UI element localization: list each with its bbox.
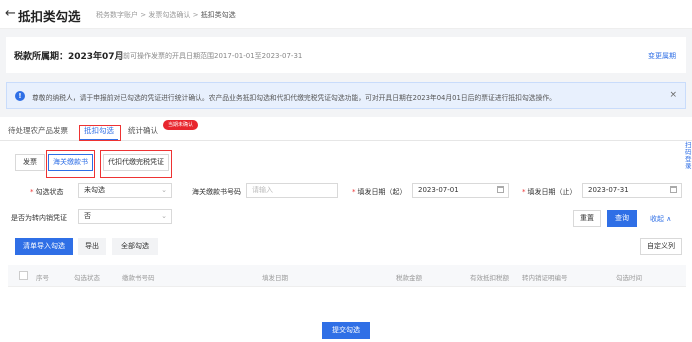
- breadcrumb-item[interactable]: 税务数字账户: [96, 11, 138, 19]
- status-select[interactable]: 未勾选 ⌄: [78, 183, 172, 198]
- period-card: 税款所属期：2023年07月 当前可操作发票的开具日期范围2017-01-01至…: [6, 37, 686, 73]
- breadcrumb: 税务数字账户 > 发票勾选确认 > 抵扣类勾选: [96, 10, 236, 20]
- tax-period-label: 税款所属期：2023年07月: [14, 52, 124, 62]
- submit-check-button[interactable]: 提交勾选: [322, 322, 370, 339]
- fill-start-label-text: 填发日期（起）: [357, 188, 407, 196]
- select-all-button[interactable]: 全部勾选: [112, 238, 158, 255]
- breadcrumb-separator: >: [140, 11, 147, 19]
- collapse-link[interactable]: 收起 ∧: [650, 214, 671, 224]
- calendar-icon: [497, 186, 504, 193]
- close-icon[interactable]: ×: [669, 90, 677, 100]
- status-select-value: 未勾选: [84, 186, 105, 194]
- fill-end-label-text: 填发日期（止）: [527, 188, 577, 196]
- status-badge: 当期未确认: [163, 120, 199, 130]
- customs-no-placeholder: 请输入: [252, 186, 273, 194]
- side-float-tab[interactable]: 扫码登录: [685, 142, 692, 170]
- chevron-down-icon: ⌄: [161, 186, 167, 194]
- fill-start-date-value: 2023-07-01: [418, 186, 459, 194]
- customs-no-input[interactable]: 请输入: [246, 183, 338, 198]
- transfer-label: 是否为转内销凭证: [11, 214, 67, 222]
- chevron-down-icon: ⌄: [161, 212, 167, 220]
- page-title: 抵扣类勾选: [18, 9, 81, 24]
- breadcrumb-item[interactable]: 发票勾选确认: [148, 11, 190, 19]
- custom-columns-button[interactable]: 自定义列: [640, 238, 682, 255]
- notice-text: 尊敬的纳税人，请于申报前对已勾选的凭证进行统计确认。农产品业务抵扣勾选和代扣代缴…: [32, 94, 556, 102]
- fill-end-date-input[interactable]: 2023-07-31: [582, 183, 682, 198]
- notice-banner: ! 尊敬的纳税人，请于申报前对已勾选的凭证进行统计确认。农产品业务抵扣勾选和代扣…: [6, 82, 686, 109]
- column-header: 勾选状态: [74, 274, 100, 282]
- breadcrumb-separator: >: [192, 11, 199, 19]
- select-all-checkbox[interactable]: [19, 271, 28, 280]
- highlight-box-withholding: [100, 150, 172, 178]
- column-header: 序号: [36, 274, 49, 282]
- info-icon: !: [15, 91, 25, 101]
- highlight-box-customs: [46, 150, 95, 178]
- column-header: 有效抵扣税额: [470, 274, 509, 282]
- tab-statistics-confirm[interactable]: 统计确认: [128, 125, 158, 136]
- back-arrow-icon[interactable]: ←: [5, 6, 16, 21]
- status-filter-label-text: 勾选状态: [35, 188, 64, 196]
- top-bar: ← 抵扣类勾选 税务数字账户 > 发票勾选确认 > 抵扣类勾选: [0, 0, 692, 29]
- change-period-link[interactable]: 变更属期: [648, 51, 676, 61]
- customs-no-label: 海关缴款书号码: [192, 188, 241, 196]
- highlight-box-tab: [79, 125, 121, 141]
- fill-start-label: * 填发日期（起）: [352, 188, 407, 196]
- column-header: 勾选时间: [616, 274, 642, 282]
- column-header: 税款金额: [396, 274, 422, 282]
- breadcrumb-current: 抵扣类勾选: [200, 11, 236, 19]
- column-header: 缴款书号码: [122, 274, 155, 282]
- fill-end-date-value: 2023-07-31: [588, 186, 629, 194]
- column-header: 转内销证明编号: [522, 274, 568, 282]
- fill-start-date-input[interactable]: 2023-07-01: [412, 183, 509, 198]
- segment-invoice[interactable]: 发票: [15, 154, 45, 171]
- export-button[interactable]: 导出: [78, 238, 106, 255]
- tab-pending-agri-invoices[interactable]: 待处理农产品发票: [8, 125, 68, 136]
- fill-end-label: * 填发日期（止）: [522, 188, 577, 196]
- date-range-note: 当前可操作发票的开具日期范围2017-01-01至2023-07-31: [116, 52, 303, 60]
- transfer-select[interactable]: 否 ⌄: [78, 209, 172, 224]
- import-check-button[interactable]: 清单导入勾选: [15, 238, 73, 255]
- status-filter-label: * 勾选状态: [30, 188, 64, 196]
- table-header: 序号 勾选状态 缴款书号码 填发日期 税款金额 有效抵扣税额 转内销证明编号 勾…: [8, 265, 686, 287]
- reset-button[interactable]: 重置: [573, 210, 601, 227]
- transfer-select-value: 否: [84, 212, 91, 220]
- query-button[interactable]: 查询: [607, 210, 637, 227]
- column-header: 填发日期: [262, 274, 288, 282]
- calendar-icon: [670, 186, 677, 193]
